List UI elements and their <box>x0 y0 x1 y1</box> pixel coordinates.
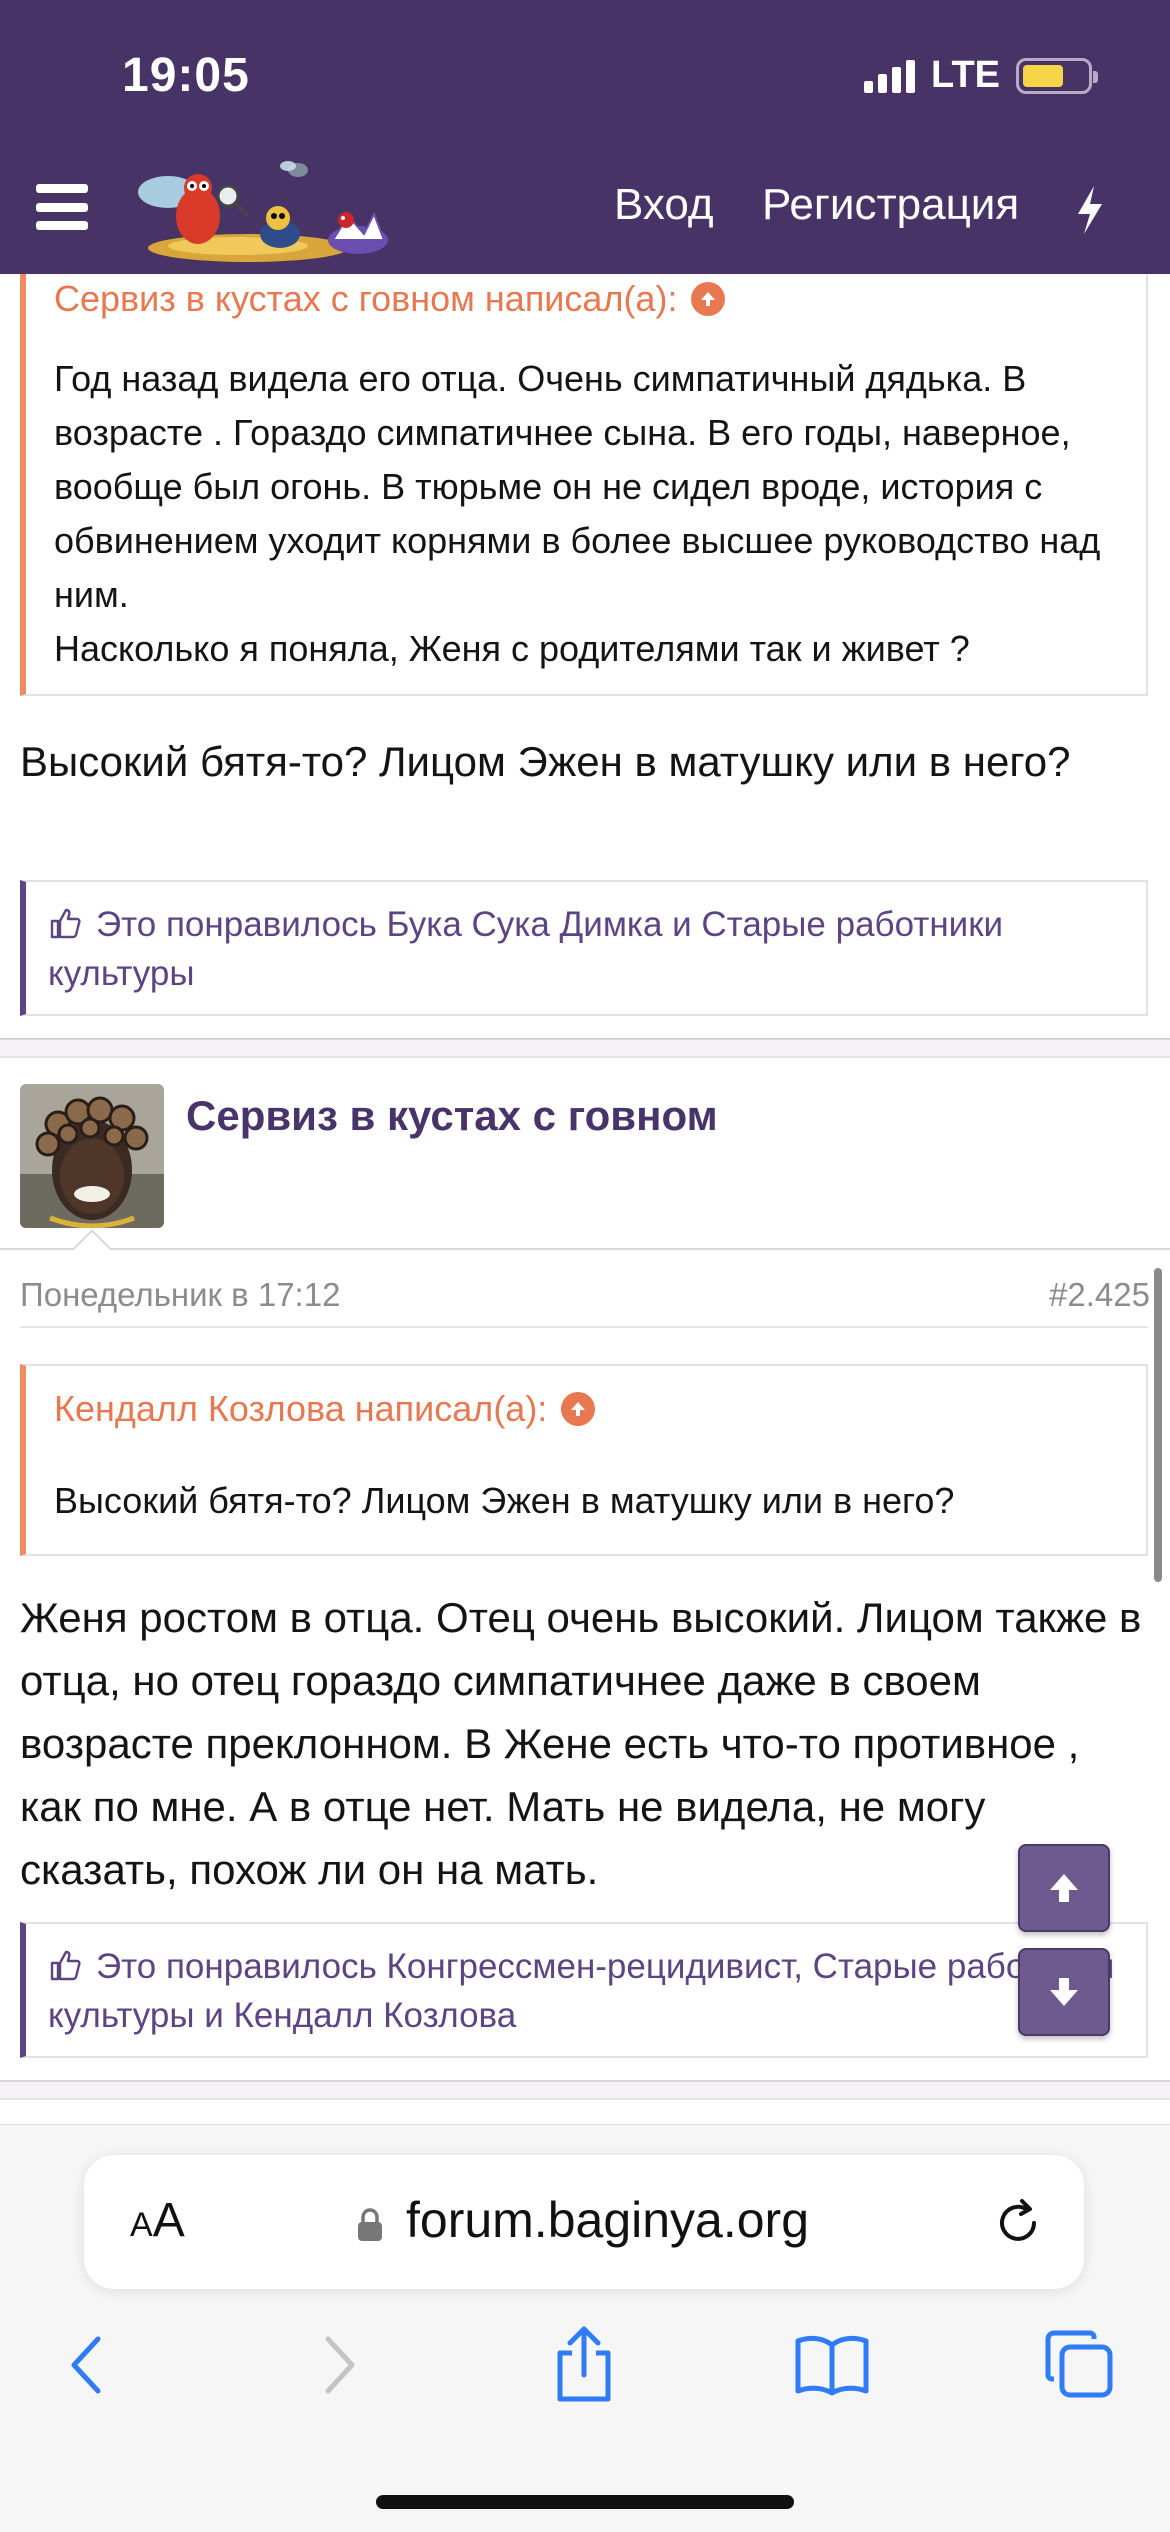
post-separator <box>0 1038 1170 1058</box>
lightning-icon[interactable] <box>1070 184 1110 236</box>
likes-text[interactable]: Это понравилось Конгрессмен-рецидивист, … <box>48 1947 1114 2035</box>
back-button[interactable] <box>46 2325 126 2405</box>
signal-icon <box>864 59 916 93</box>
post1-quote-text: Год назад видела его отца. Очень симпати… <box>54 358 1101 669</box>
post2-quote-header[interactable]: Кендалл Козлова написал(а): <box>54 1388 596 1430</box>
thumbs-up-icon <box>50 908 81 939</box>
avatar-pointer <box>72 1229 112 1269</box>
post2-quote-text: Высокий бятя-то? Лицом Эжен в матушку ил… <box>54 1480 955 1521</box>
post2-quote: Кендалл Козлова написал(а): Высокий бятя… <box>20 1364 1148 1556</box>
menu-icon[interactable] <box>36 184 88 230</box>
nav-bar: Вход Регистрация <box>0 150 1170 274</box>
scroll-top-button[interactable] <box>1018 1844 1110 1932</box>
thread-content: Сервиз в кустах с говном написал(а): Год… <box>0 274 1170 2124</box>
scroll-bottom-button[interactable] <box>1018 1948 1110 2036</box>
home-indicator <box>376 2495 794 2509</box>
post2-likes: Это понравилось Конгрессмен-рецидивист, … <box>20 1922 1148 2058</box>
share-button[interactable] <box>544 2325 624 2405</box>
post-separator <box>0 2080 1170 2100</box>
thumbs-up-icon <box>50 1950 81 1981</box>
tabs-icon <box>1045 2330 1113 2398</box>
browser-toolbar: AA forum.baginya.org <box>0 2124 1170 2532</box>
post2-message: Женя ростом в отца. Отец очень высокий. … <box>20 1594 1142 1893</box>
post1-quote: Сервиз в кустах с говном написал(а): Год… <box>20 274 1148 696</box>
site-header: 19:05 LTE Вход Регистрация <box>0 0 1170 274</box>
network-type: LTE <box>931 54 1000 96</box>
lock-icon <box>358 2208 382 2241</box>
post-header-divider <box>0 1248 1170 1250</box>
reload-icon[interactable] <box>992 2197 1044 2249</box>
chevron-right-icon <box>325 2336 355 2394</box>
tabs-button[interactable] <box>1040 2325 1120 2405</box>
chevron-left-icon <box>71 2336 101 2394</box>
post2-number[interactable]: #2.425 <box>1049 1276 1150 1314</box>
url-text[interactable]: forum.baginya.org <box>406 2191 809 2249</box>
login-link[interactable]: Вход <box>614 180 714 230</box>
post2-author[interactable]: Сервиз в кустах с говном <box>186 1092 718 1140</box>
post1-message: Высокий бятя-то? Лицом Эжен в матушку ил… <box>20 738 1071 785</box>
book-icon <box>795 2335 869 2396</box>
arrow-down-icon <box>1050 1978 1078 2006</box>
meta-divider <box>20 1326 1148 1328</box>
battery-icon <box>1016 57 1098 94</box>
post1-likes: Это понравилось Бука Сука Димка и Старые… <box>20 880 1148 1016</box>
quote-author: Сервиз в кустах с говном написал(а): <box>54 278 678 319</box>
quote-author: Кендалл Козлова написал(а): <box>54 1388 548 1429</box>
forward-button[interactable] <box>300 2325 380 2405</box>
bookmarks-button[interactable] <box>792 2325 872 2405</box>
likes-text[interactable]: Это понравилось Бука Сука Димка и Старые… <box>48 905 1003 993</box>
share-icon <box>557 2326 611 2402</box>
status-time: 19:05 <box>122 49 250 102</box>
address-bar[interactable]: AA forum.baginya.org <box>84 2155 1084 2289</box>
post1-quote-header[interactable]: Сервиз в кустах с говном написал(а): <box>54 278 726 320</box>
page-scrollbar[interactable] <box>1154 1268 1162 1582</box>
status-indicators: LTE <box>864 54 1098 97</box>
site-logo[interactable] <box>128 156 428 268</box>
post2-date[interactable]: Понедельник в 17:12 <box>20 1276 340 1314</box>
text-size-button[interactable]: AA <box>130 2193 185 2248</box>
register-link[interactable]: Регистрация <box>762 180 1019 230</box>
arrow-up-circle-icon[interactable] <box>691 282 726 316</box>
arrow-up-circle-icon[interactable] <box>561 1392 596 1426</box>
author-avatar[interactable] <box>20 1084 164 1228</box>
arrow-up-icon <box>1050 1874 1078 1902</box>
